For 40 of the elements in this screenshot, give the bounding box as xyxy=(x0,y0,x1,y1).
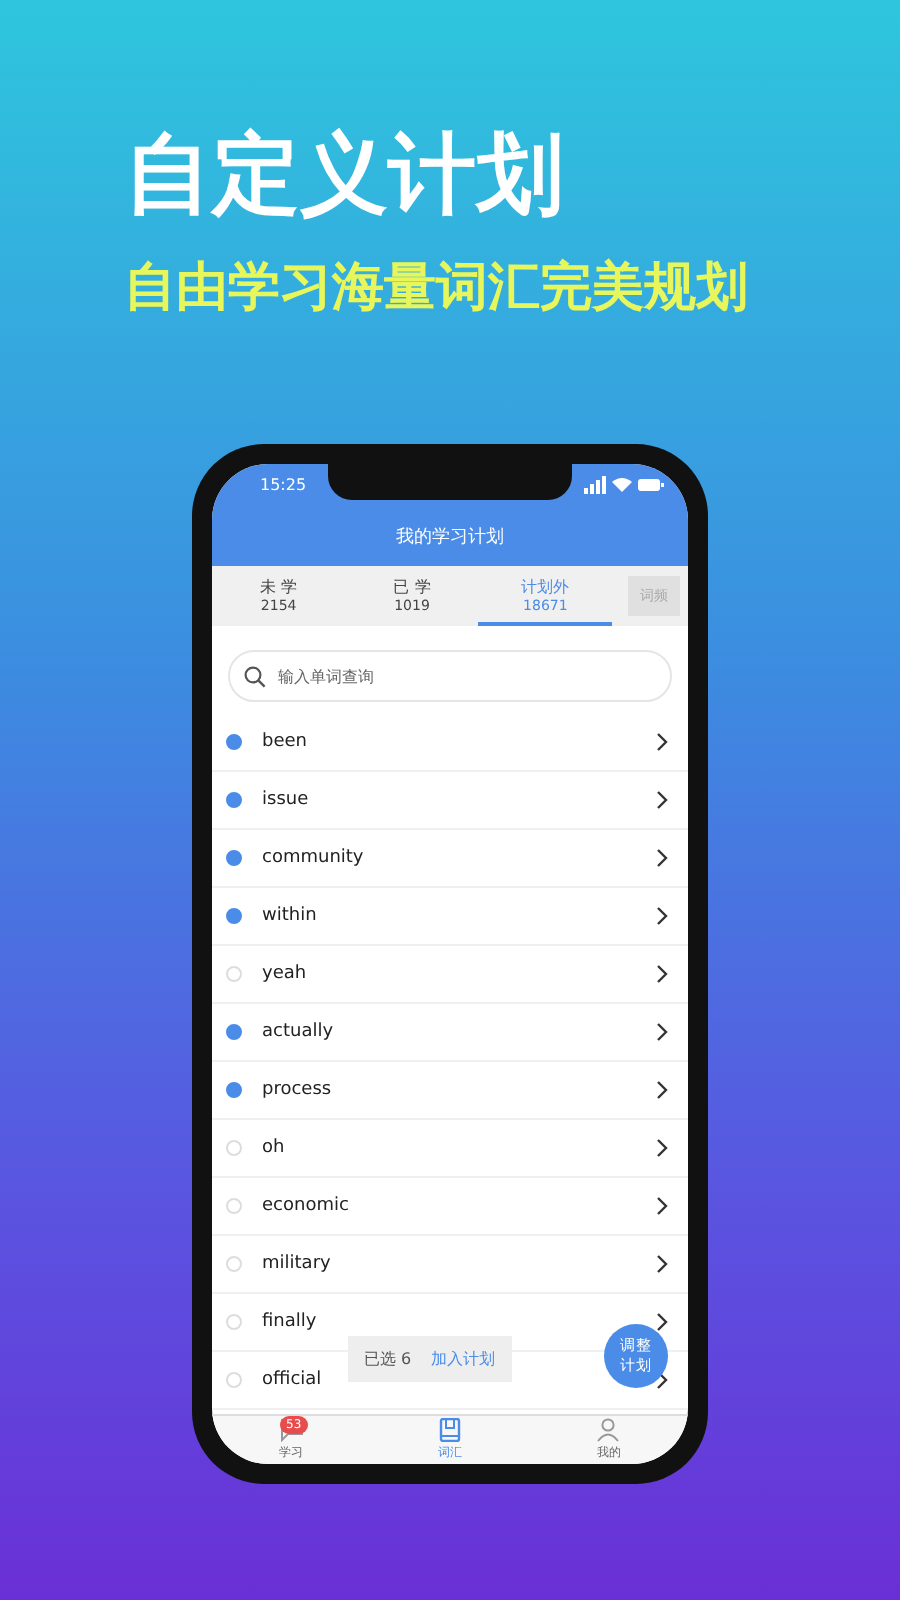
status-icons xyxy=(584,476,664,494)
word-text: community xyxy=(262,848,366,868)
chevron-icon xyxy=(656,1138,668,1158)
select-radio[interactable] xyxy=(226,1024,242,1040)
word-text: process xyxy=(262,1080,334,1100)
chevron-icon xyxy=(656,1196,668,1216)
chevron-icon xyxy=(656,790,668,810)
chevron-icon xyxy=(656,732,668,752)
selected-count: 已选 6 xyxy=(364,1348,412,1370)
word-text: official xyxy=(262,1370,324,1390)
chevron-icon xyxy=(656,848,668,868)
word-text: issue xyxy=(262,790,311,810)
person-icon xyxy=(596,1418,621,1442)
search-icon xyxy=(244,666,266,688)
chevron-icon xyxy=(656,1080,668,1100)
word-text: actually xyxy=(262,1022,336,1042)
word-text: finally xyxy=(262,1312,319,1332)
chevron-icon xyxy=(656,964,668,984)
word-text: yeah xyxy=(262,964,309,984)
book-icon xyxy=(437,1418,462,1442)
chevron-icon xyxy=(656,1312,668,1332)
select-radio[interactable] xyxy=(226,792,242,808)
word-text: within xyxy=(262,906,319,926)
chevron-icon xyxy=(656,1022,668,1042)
word-text: oh xyxy=(262,1138,287,1158)
headline: 自定义计划 xyxy=(124,122,564,230)
subheadline: 自由学习海量词汇完美规划 xyxy=(124,256,748,320)
word-text: military xyxy=(262,1254,333,1274)
select-radio[interactable] xyxy=(226,908,242,924)
search-field[interactable]: 输入单词查询 xyxy=(228,650,672,702)
word-text: economic xyxy=(262,1196,351,1216)
select-radio[interactable] xyxy=(226,734,242,750)
select-radio[interactable] xyxy=(226,1082,242,1098)
word-text: been xyxy=(262,732,309,752)
page-title: 我的学习计划 xyxy=(396,525,504,549)
select-radio[interactable] xyxy=(226,850,242,866)
status-time: 15:25 xyxy=(260,476,307,494)
add-to-plan-link[interactable]: 加入计划 xyxy=(431,1348,496,1370)
chevron-icon xyxy=(656,906,668,926)
chevron-icon xyxy=(656,1254,668,1274)
